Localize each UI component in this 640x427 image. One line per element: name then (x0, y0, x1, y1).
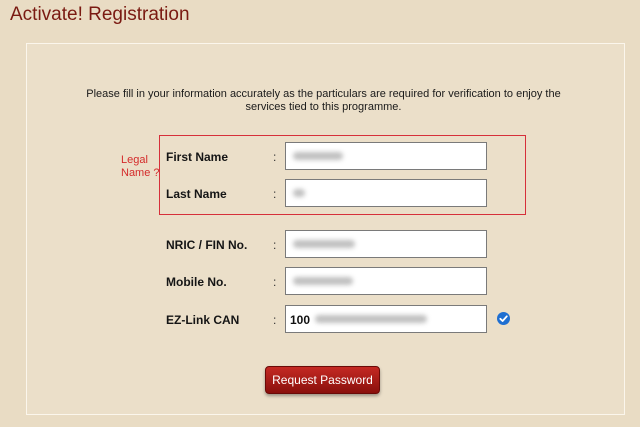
ezlink-can-redacted-value (315, 315, 427, 323)
ezlink-colon: : (273, 313, 277, 327)
page-title: Activate! Registration (10, 4, 190, 25)
mobile-label: Mobile No. (166, 275, 227, 289)
mobile-colon: : (273, 275, 277, 289)
last-name-redacted-value (293, 189, 305, 197)
nric-redacted-value (293, 240, 355, 248)
form-instructions: Please fill in your information accurate… (86, 88, 561, 113)
last-name-label: Last Name (166, 187, 227, 201)
first-name-colon: : (273, 150, 277, 164)
ezlink-label: EZ-Link CAN (166, 313, 240, 327)
first-name-redacted-value (293, 152, 343, 160)
legal-name-hint: Legal Name ? (121, 154, 160, 179)
last-name-colon: : (273, 187, 277, 201)
mobile-redacted-value (293, 277, 353, 285)
first-name-label: First Name (166, 150, 229, 164)
nric-label: NRIC / FIN No. (166, 238, 248, 252)
ezlink-can-prefix: 100 (290, 313, 311, 327)
request-password-button[interactable]: Request Password (265, 366, 380, 394)
check-circle-icon (497, 312, 510, 325)
nric-colon: : (273, 238, 277, 252)
last-name-input[interactable] (285, 179, 487, 207)
